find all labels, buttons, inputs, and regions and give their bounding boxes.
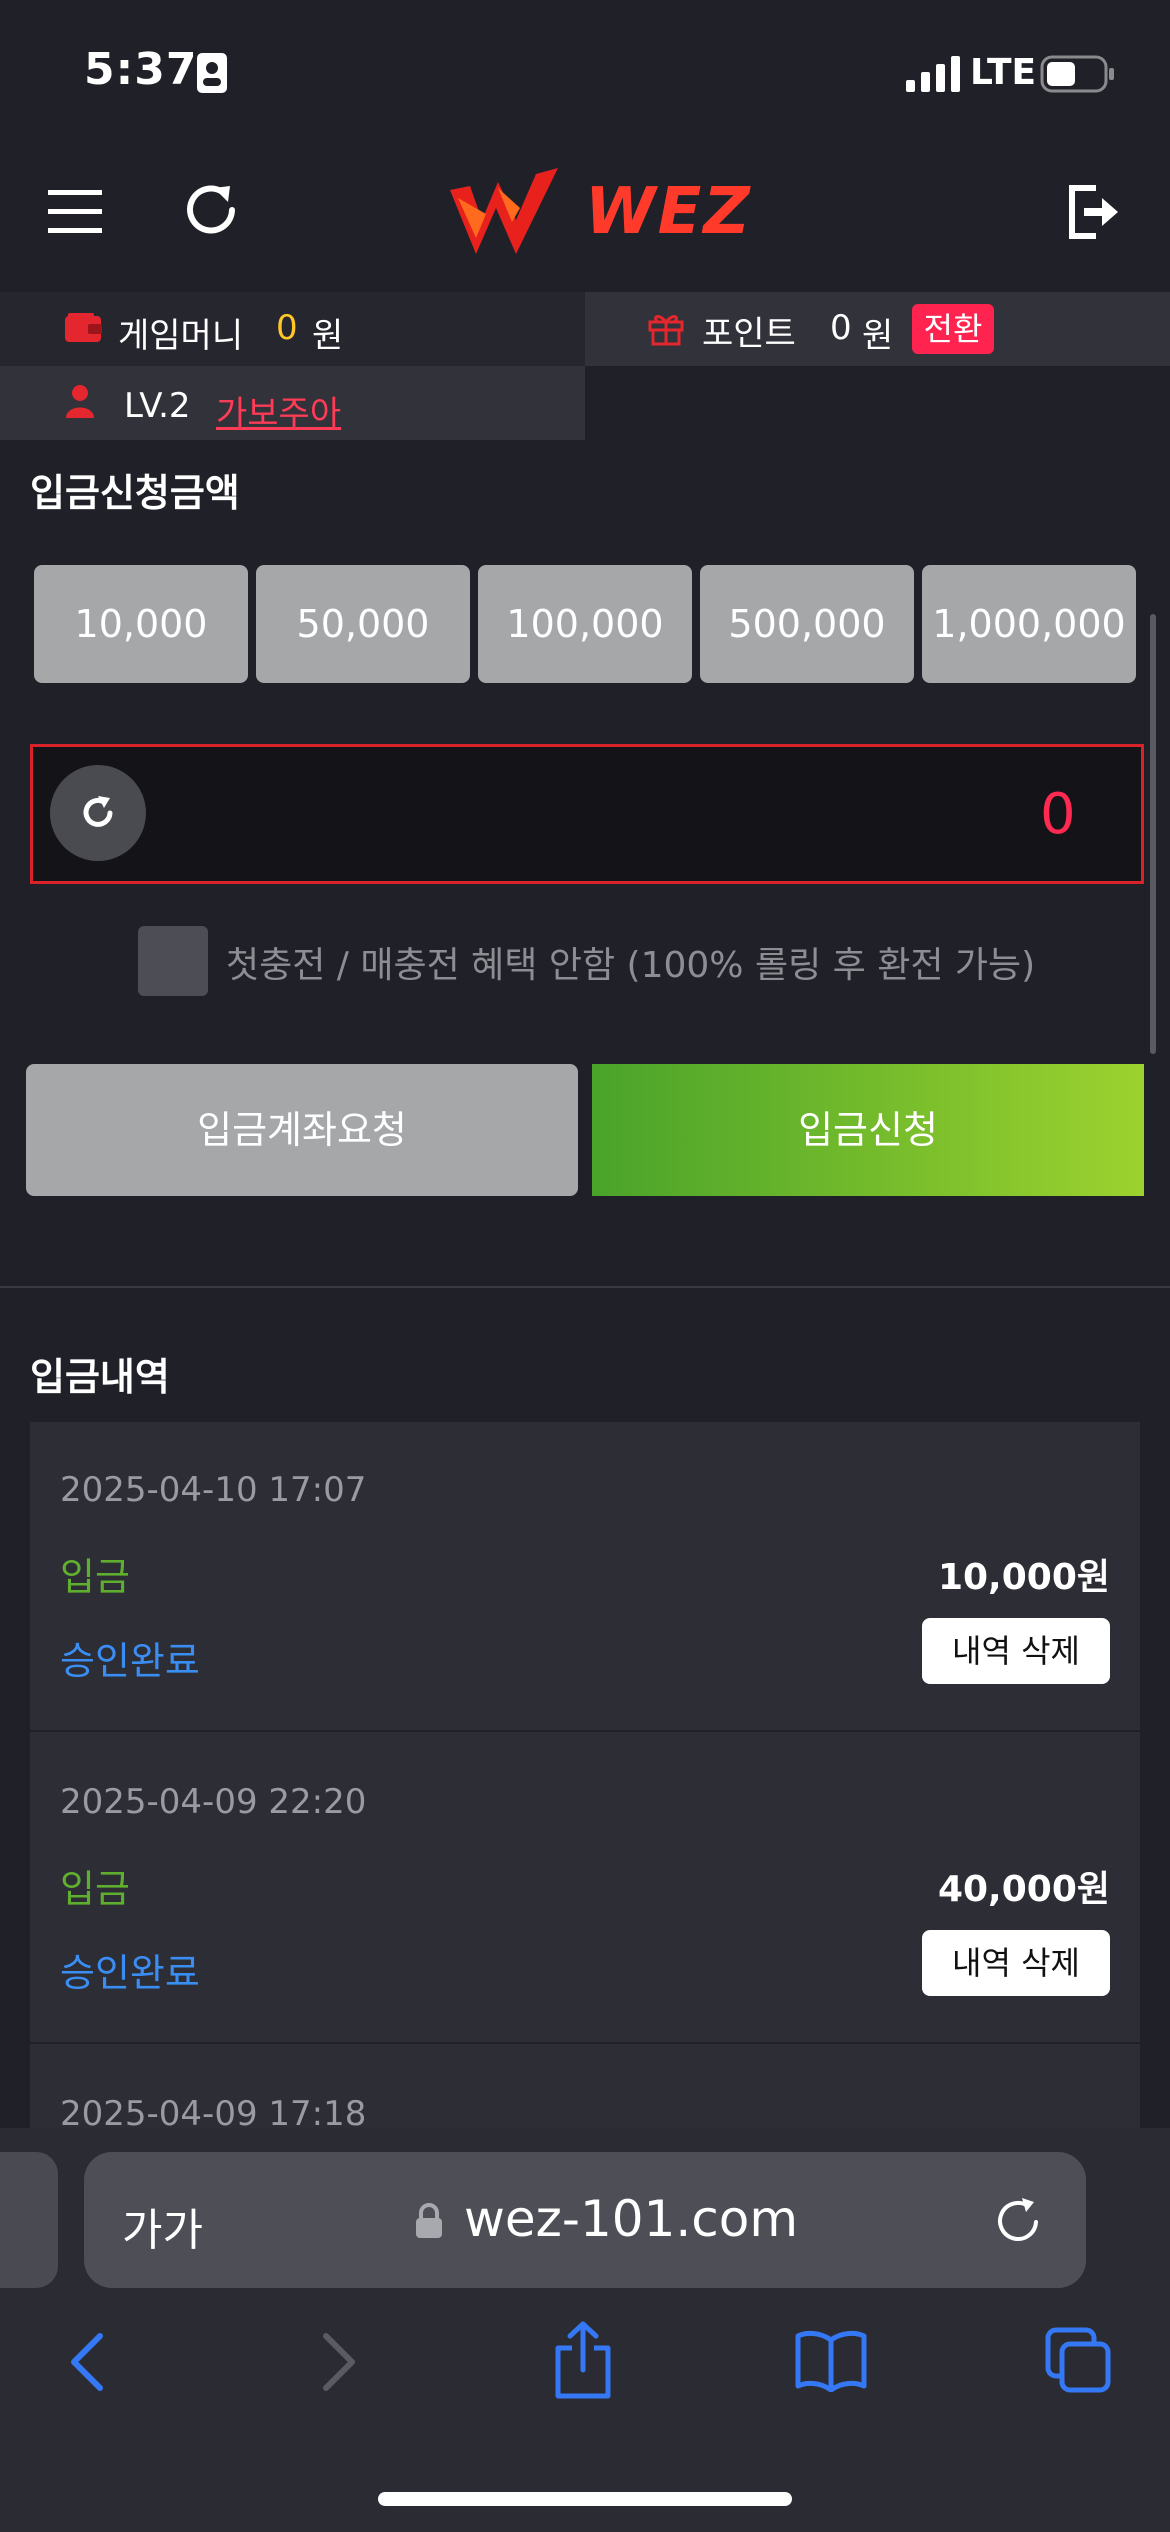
quick-amount-1000000-button[interactable]: 1,000,000 <box>922 565 1136 683</box>
back-icon[interactable] <box>66 2332 106 2392</box>
request-account-button[interactable]: 입금계좌요청 <box>26 1064 578 1196</box>
previous-tab-preview[interactable] <box>0 2152 58 2288</box>
tabs-icon[interactable] <box>1044 2326 1114 2396</box>
gift-icon <box>648 310 684 346</box>
id-card-icon <box>196 52 228 94</box>
text-size-button[interactable]: 가가 <box>122 2194 203 2258</box>
refresh-icon[interactable] <box>182 180 240 240</box>
delete-history-button[interactable]: 내역 삭제 <box>922 1618 1110 1684</box>
logo-text[interactable]: WEZ <box>585 175 752 249</box>
share-icon[interactable] <box>552 2320 614 2400</box>
url-text[interactable]: wez-101.com <box>464 2190 798 2248</box>
deposit-history-title: 입금내역 <box>30 1355 170 1399</box>
quick-amount-100000-button[interactable]: 100,000 <box>478 565 692 683</box>
history-amount: 40,000원 <box>937 1869 1110 1910</box>
scrollbar[interactable] <box>1150 614 1156 1054</box>
username-link[interactable]: 가보주아 <box>216 386 341 435</box>
game-money-unit: 원 <box>312 316 344 356</box>
battery-icon <box>1040 54 1116 94</box>
quick-amount-50000-button[interactable]: 50,000 <box>256 565 470 683</box>
section-divider <box>0 1286 1170 1288</box>
points-unit: 원 <box>862 316 894 356</box>
deposit-amount-title: 입금신청금액 <box>30 471 240 515</box>
reset-amount-button[interactable] <box>50 765 146 861</box>
reload-icon[interactable] <box>994 2194 1044 2246</box>
bonus-checkbox[interactable] <box>138 926 208 996</box>
user-icon <box>64 384 96 418</box>
history-date: 2025-04-10 17:07 <box>60 1470 367 1510</box>
home-indicator <box>378 2492 792 2506</box>
convert-button[interactable]: 전환 <box>912 304 994 354</box>
level-label: LV.2 <box>124 386 191 426</box>
lock-icon <box>414 2202 444 2240</box>
status-time: 5:37 <box>84 44 198 95</box>
amount-input[interactable] <box>30 744 1144 884</box>
wallet-icon <box>64 312 102 344</box>
quick-amount-10000-button[interactable]: 10,000 <box>34 565 248 683</box>
game-money-value: 0 <box>276 308 298 348</box>
logout-icon[interactable] <box>1068 184 1120 240</box>
history-status: 승인완료 <box>60 1639 200 1683</box>
quick-amount-500000-button[interactable]: 500,000 <box>700 565 914 683</box>
network-label: LTE <box>970 52 1037 93</box>
history-type: 입금 <box>60 1555 130 1599</box>
history-date: 2025-04-09 22:20 <box>60 1782 367 1822</box>
forward-icon <box>320 2332 360 2392</box>
points-value: 0 <box>830 308 852 348</box>
request-deposit-button[interactable]: 입금신청 <box>592 1064 1144 1196</box>
bookmarks-icon[interactable] <box>794 2330 868 2392</box>
amount-value: 0 <box>1040 782 1076 847</box>
history-amount: 10,000원 <box>937 1557 1110 1598</box>
history-type: 입금 <box>60 1867 130 1911</box>
points-label: 포인트 <box>702 314 796 354</box>
signal-icon <box>906 56 962 92</box>
history-status: 승인완료 <box>60 1951 200 1995</box>
delete-history-button[interactable]: 내역 삭제 <box>922 1930 1110 1996</box>
game-money-label: 게임머니 <box>118 316 244 356</box>
bonus-checkbox-label[interactable]: 첫충전 / 매충전 혜택 안함 (100% 롤링 후 환전 가능) <box>226 936 1035 988</box>
menu-icon[interactable] <box>48 190 102 234</box>
